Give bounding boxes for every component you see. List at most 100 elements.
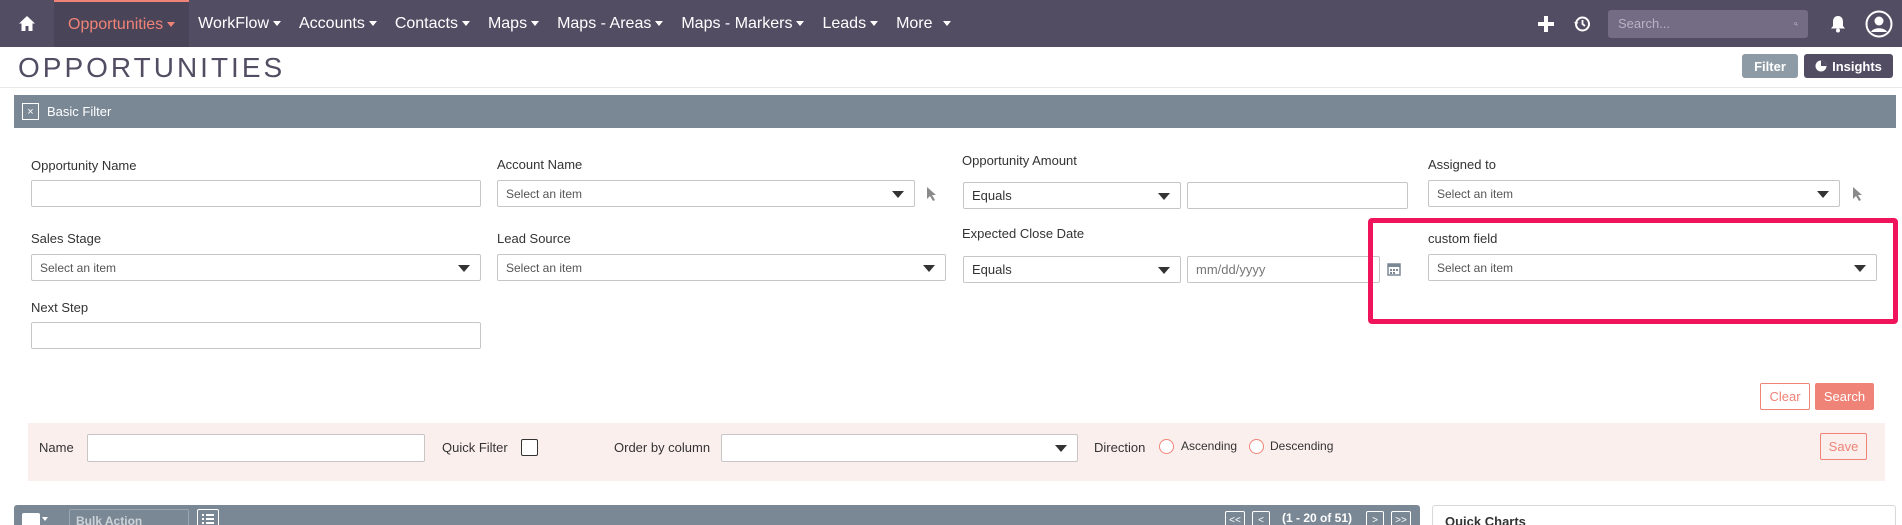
- expected-close-date-input[interactable]: mm/dd/yyyy: [1187, 256, 1380, 283]
- opportunity-name-label: Opportunity Name: [31, 158, 137, 173]
- quick-charts-title: Quick Charts: [1445, 514, 1526, 525]
- nav-item-label: Maps - Areas: [557, 14, 652, 32]
- ascending-radio[interactable]: [1159, 439, 1174, 454]
- nav-item-label: Contacts: [394, 14, 458, 32]
- pie-chart-icon: [1815, 60, 1827, 72]
- column-chooser-button[interactable]: [197, 509, 219, 525]
- title-divider: [0, 87, 1902, 88]
- opportunity-amount-label: Opportunity Amount: [962, 153, 1077, 168]
- search-button[interactable]: Search: [1815, 383, 1874, 410]
- nav-item-maps[interactable]: Maps: [479, 0, 548, 47]
- expected-close-date-operator-select[interactable]: Equals: [963, 256, 1181, 283]
- notifications-button[interactable]: [1820, 0, 1856, 47]
- next-step-input[interactable]: [31, 322, 481, 349]
- ascending-label: Ascending: [1181, 439, 1238, 453]
- expected-close-date-operator-value: Equals: [972, 262, 1012, 277]
- bell-icon: [1831, 15, 1845, 32]
- caret-down-icon[interactable]: [42, 517, 48, 521]
- nav-item-maps-areas[interactable]: Maps - Areas: [548, 0, 672, 47]
- recently-viewed-button[interactable]: [1564, 0, 1600, 47]
- next-page-button[interactable]: >: [1366, 511, 1384, 525]
- sales-stage-select[interactable]: Select an item: [31, 254, 481, 281]
- caret-down-icon: [655, 21, 664, 26]
- assigned-to-placeholder: Select an item: [1437, 186, 1514, 201]
- list-columns-icon: [202, 514, 214, 524]
- opportunity-amount-operator-select[interactable]: Equals: [963, 182, 1181, 209]
- home-button[interactable]: [0, 0, 54, 47]
- chevron-down-icon: [923, 265, 935, 272]
- global-search-input[interactable]: [1618, 16, 1794, 31]
- descending-label: Descending: [1270, 439, 1334, 453]
- opportunity-amount-operator-value: Equals: [972, 188, 1012, 203]
- chevron-down-icon: [1055, 445, 1067, 452]
- caret-down-icon: [461, 21, 470, 26]
- filter-button[interactable]: Filter: [1742, 54, 1798, 78]
- pagination-text: (1 - 20 of 51): [1282, 511, 1353, 525]
- nav-item-label: Maps - Markers: [681, 14, 793, 32]
- insights-button[interactable]: Insights: [1804, 54, 1893, 78]
- page-title: OPPORTUNITIES: [18, 52, 286, 83]
- expected-close-date-placeholder: mm/dd/yyyy: [1196, 262, 1266, 277]
- account-name-select[interactable]: Select an item: [497, 180, 915, 207]
- nav-item-label: Leads: [822, 14, 867, 32]
- nav-item-label: Maps: [487, 14, 528, 32]
- nav-item-contacts[interactable]: Contacts: [386, 0, 479, 47]
- descending-radio[interactable]: [1249, 439, 1264, 454]
- saved-search-name-input[interactable]: [87, 434, 425, 462]
- nav-item-workflow[interactable]: WorkFlow: [189, 0, 290, 47]
- clear-button[interactable]: Clear: [1760, 383, 1810, 410]
- top-navigation-bar: Opportunities WorkFlow Accounts Contacts…: [0, 0, 1902, 47]
- order-by-column-select[interactable]: [721, 434, 1078, 462]
- direction-label: Direction: [1094, 440, 1146, 455]
- nav-item-label: More: [896, 14, 933, 32]
- nav-right-tools: [1528, 0, 1902, 47]
- select-all-checkbox[interactable]: [22, 513, 40, 525]
- quick-filter-checkbox[interactable]: [521, 439, 538, 456]
- sales-stage-placeholder: Select an item: [40, 260, 117, 275]
- search-icon[interactable]: [1794, 17, 1798, 31]
- opportunity-amount-input[interactable]: [1187, 182, 1408, 209]
- sales-stage-label: Sales Stage: [31, 231, 102, 246]
- chevron-down-icon: [1158, 193, 1170, 200]
- last-page-button[interactable]: >>: [1391, 511, 1411, 525]
- chevron-down-icon: [892, 191, 904, 198]
- basic-filter-header: × Basic Filter: [14, 95, 1896, 128]
- nav-item-opportunities[interactable]: Opportunities: [54, 0, 190, 47]
- expected-close-date-label: Expected Close Date: [962, 226, 1085, 241]
- nav-item-leads[interactable]: Leads: [813, 0, 887, 47]
- bulk-action-button[interactable]: Bulk Action: [69, 509, 189, 525]
- account-name-label: Account Name: [497, 157, 583, 172]
- save-search-button[interactable]: Save: [1820, 433, 1867, 460]
- global-search-box[interactable]: [1608, 9, 1808, 38]
- previous-page-button[interactable]: <: [1252, 511, 1270, 525]
- home-icon: [19, 16, 35, 31]
- list-view-toolbar: Bulk Action << < (1 - 20 of 51) > >>: [14, 505, 1420, 525]
- select-pointer-icon[interactable]: [1851, 186, 1865, 202]
- user-menu-button[interactable]: [1856, 0, 1902, 47]
- caret-down-icon: [870, 21, 879, 26]
- quick-charts-panel: Quick Charts: [1432, 505, 1896, 525]
- chevron-down-icon: [1817, 191, 1829, 198]
- close-filter-button[interactable]: ×: [22, 103, 39, 120]
- nav-item-accounts[interactable]: Accounts: [290, 0, 386, 47]
- assigned-to-select[interactable]: Select an item: [1428, 180, 1840, 207]
- saved-search-name-label: Name: [39, 440, 74, 455]
- history-icon: [1574, 16, 1590, 31]
- lead-source-select[interactable]: Select an item: [497, 254, 946, 281]
- nav-item-label: Accounts: [299, 14, 365, 32]
- chevron-down-icon: [1158, 267, 1170, 274]
- quick-filter-label: Quick Filter: [442, 440, 508, 455]
- basic-filter-title: Basic Filter: [47, 104, 112, 119]
- select-pointer-icon[interactable]: [925, 186, 939, 202]
- nav-item-more[interactable]: More: [887, 0, 959, 47]
- create-button[interactable]: [1528, 0, 1564, 47]
- account-name-placeholder: Select an item: [506, 186, 583, 201]
- lead-source-label: Lead Source: [497, 231, 571, 246]
- caret-down-icon: [942, 21, 951, 26]
- custom-field-highlight-box: [1368, 218, 1898, 324]
- lead-source-placeholder: Select an item: [506, 260, 583, 275]
- opportunity-name-input[interactable]: [31, 180, 481, 207]
- caret-down-icon: [796, 21, 805, 26]
- first-page-button[interactable]: <<: [1225, 511, 1245, 525]
- nav-item-maps-markers[interactable]: Maps - Markers: [672, 0, 813, 47]
